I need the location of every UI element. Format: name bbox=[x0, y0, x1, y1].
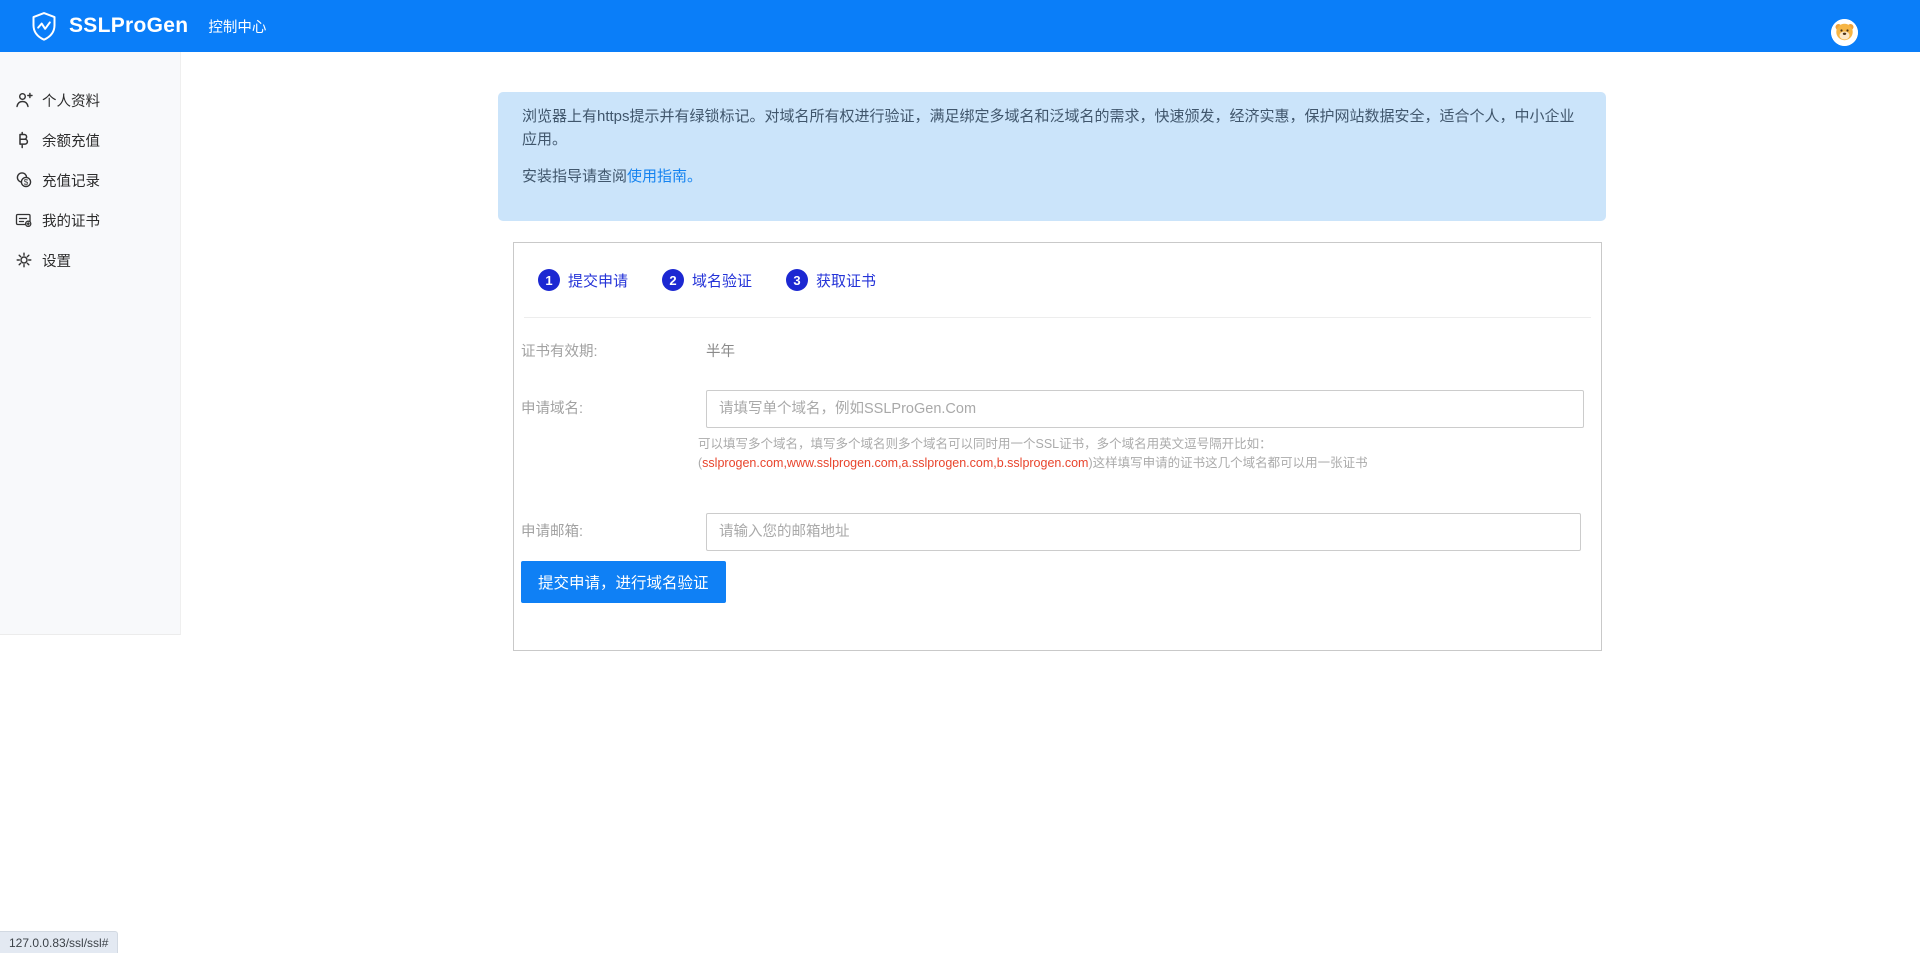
submit-row: 提交申请，进行域名验证 bbox=[521, 561, 1581, 603]
sidebar-item-recharge[interactable]: 余额充值 bbox=[0, 120, 180, 160]
notice-paragraph: 浏览器上有https提示并有绿锁标记。对域名所有权进行验证，满足绑定多域名和泛域… bbox=[522, 105, 1582, 151]
status-link-text: 127.0.0.83/ssl/ssl# bbox=[9, 936, 108, 950]
step-get-certificate[interactable]: 3 获取证书 bbox=[786, 269, 876, 291]
brand-name: SSLProGen bbox=[69, 14, 188, 38]
top-navbar: SSLProGen 控制中心 bbox=[0, 0, 1920, 52]
svg-text:$: $ bbox=[24, 178, 29, 187]
email-label: 申请邮箱: bbox=[521, 513, 706, 551]
step-1-label: 提交申请 bbox=[568, 270, 628, 291]
notice-install-guide-line: 安装指导请查阅使用指南。 bbox=[522, 165, 1582, 188]
email-input[interactable] bbox=[706, 513, 1581, 551]
sidebar-item-settings[interactable]: 设置 bbox=[0, 240, 180, 280]
nav-item-control-center[interactable]: 控制中心 bbox=[208, 16, 266, 37]
sidebar-item-profile[interactable]: 个人资料 bbox=[0, 80, 180, 120]
bitcoin-icon bbox=[15, 131, 33, 149]
browser-status-link-preview: 127.0.0.83/ssl/ssl# bbox=[0, 931, 118, 953]
step-3-badge: 3 bbox=[786, 269, 808, 291]
step-submit-request[interactable]: 1 提交申请 bbox=[538, 269, 628, 291]
validity-row: 证书有效期: 半年 bbox=[521, 342, 1581, 362]
step-2-label: 域名验证 bbox=[692, 270, 752, 291]
gear-icon bbox=[15, 251, 33, 269]
certificate-icon bbox=[15, 211, 33, 229]
domain-help-text: 可以填写多个域名，填写多个域名则多个域名可以同时用一个SSL证书，多个域名用英文… bbox=[698, 435, 1593, 473]
domain-help-suffix: )这样填写申请的证书这几个域名都可以用一张证书 bbox=[1088, 456, 1367, 470]
step-wizard: 1 提交申请 2 域名验证 3 获取证书 bbox=[524, 243, 1591, 318]
info-notice-box: 浏览器上有https提示并有绿锁标记。对域名所有权进行验证，满足绑定多域名和泛域… bbox=[498, 92, 1606, 221]
user-avatar[interactable] bbox=[1831, 19, 1858, 46]
user-plus-icon bbox=[15, 91, 33, 109]
validity-value: 半年 bbox=[706, 342, 735, 362]
email-row: 申请邮箱: bbox=[521, 513, 1581, 551]
domain-help-example: sslprogen.com,www.sslprogen.com,a.sslpro… bbox=[702, 456, 1088, 470]
usage-guide-link[interactable]: 使用指南。 bbox=[627, 168, 702, 185]
brand[interactable]: SSLProGen bbox=[30, 11, 188, 42]
coins-icon: $ bbox=[15, 171, 33, 189]
domain-label: 申请域名: bbox=[521, 390, 706, 428]
sidebar-item-label: 充值记录 bbox=[42, 170, 100, 191]
notice-guide-prefix: 安装指导请查阅 bbox=[522, 168, 627, 185]
certificate-request-card: 1 提交申请 2 域名验证 3 获取证书 证书有效期: 半年 申请域名: 可以填… bbox=[513, 242, 1602, 651]
sidebar-item-label: 余额充值 bbox=[42, 130, 100, 151]
validity-label: 证书有效期: bbox=[521, 342, 706, 362]
domain-input[interactable] bbox=[706, 390, 1584, 428]
sidebar-item-recharge-history[interactable]: $ 充值记录 bbox=[0, 160, 180, 200]
domain-field-group: 可以填写多个域名，填写多个域名则多个域名可以同时用一个SSL证书，多个域名用英文… bbox=[706, 390, 1593, 473]
sidebar: 个人资料 余额充值 $ 充值记录 我的证书 bbox=[0, 52, 181, 635]
sidebar-item-label: 设置 bbox=[42, 250, 71, 271]
domain-row: 申请域名: 可以填写多个域名，填写多个域名则多个域名可以同时用一个SSL证书，多… bbox=[521, 390, 1581, 473]
step-1-badge: 1 bbox=[538, 269, 560, 291]
step-2-badge: 2 bbox=[662, 269, 684, 291]
step-3-label: 获取证书 bbox=[816, 270, 876, 291]
sidebar-item-my-certificates[interactable]: 我的证书 bbox=[0, 200, 180, 240]
sidebar-item-label: 个人资料 bbox=[42, 90, 100, 111]
step-domain-verification[interactable]: 2 域名验证 bbox=[662, 269, 752, 291]
sidebar-item-label: 我的证书 bbox=[42, 210, 100, 231]
certificate-form: 证书有效期: 半年 申请域名: 可以填写多个域名，填写多个域名则多个域名可以同时… bbox=[514, 342, 1601, 603]
submit-application-button[interactable]: 提交申请，进行域名验证 bbox=[521, 561, 726, 603]
shield-pulse-logo-icon bbox=[30, 11, 58, 42]
